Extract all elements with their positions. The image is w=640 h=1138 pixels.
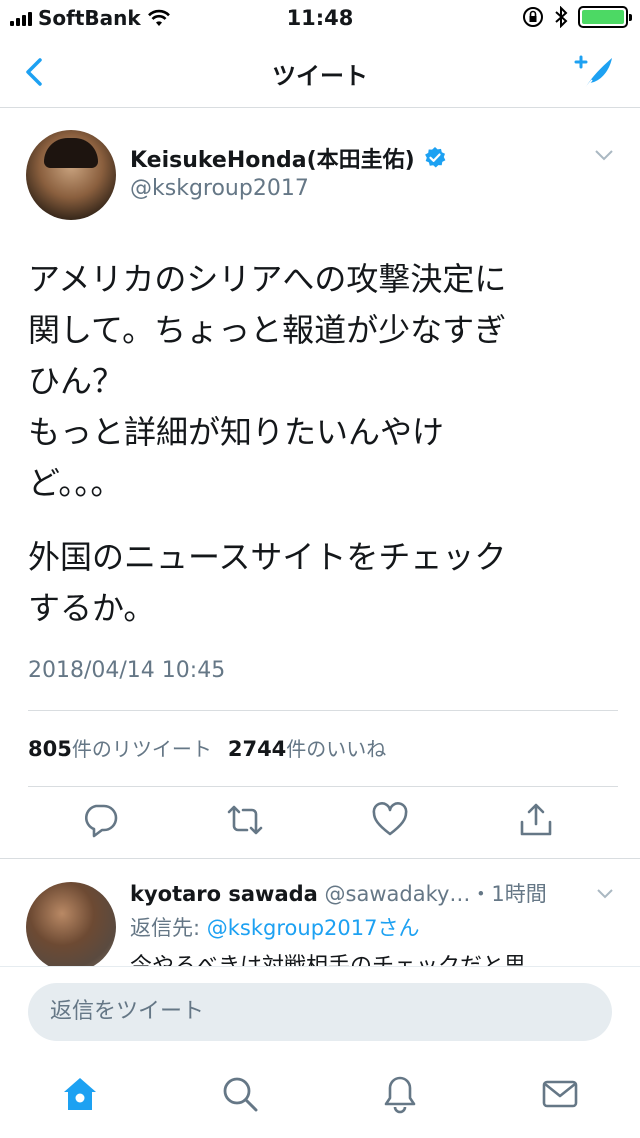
avatar[interactable] — [26, 130, 116, 220]
verified-badge-icon — [424, 147, 446, 168]
nav-bar: ツイート — [0, 40, 640, 108]
like-count: 2744 — [227, 737, 287, 761]
like-label: 件のいいね — [286, 737, 387, 761]
search-icon[interactable] — [220, 1074, 260, 1114]
status-bar: SoftBank 11:48 — [0, 0, 640, 40]
divider — [0, 858, 640, 859]
reply-display-name[interactable]: kyotaro sawada — [130, 882, 318, 906]
retweet-icon[interactable] — [225, 800, 265, 840]
retweet-stat[interactable]: 805件のリツイート — [28, 733, 212, 762]
reply-to-link[interactable]: @kskgroup2017さん — [207, 916, 420, 940]
reply-handle-time: @sawadaky…・1時間 — [317, 882, 547, 906]
battery-level — [582, 10, 624, 24]
like-stat[interactable]: 2744件のいいね — [228, 733, 386, 762]
chevron-down-icon[interactable] — [594, 148, 614, 162]
retweet-count: 805 — [28, 737, 72, 761]
user-handle[interactable]: @kskgroup2017 — [130, 176, 309, 201]
avatar[interactable] — [26, 882, 116, 966]
share-icon[interactable] — [516, 800, 556, 840]
bell-icon[interactable] — [380, 1074, 420, 1114]
reply-input[interactable]: 返信をツイート — [28, 983, 612, 1041]
tweet-text-continued: 外国のニュースサイトをチェック するか。 — [28, 538, 507, 627]
page-title: ツイート — [272, 62, 368, 90]
compose-tweet-button[interactable] — [570, 50, 618, 94]
tab-bar — [0, 1054, 640, 1138]
divider — [28, 710, 618, 711]
reply-bar: 返信をツイート — [0, 966, 640, 1054]
reply-to-label: 返信先: — [130, 916, 207, 940]
retweet-label: 件のリツイート — [71, 737, 212, 761]
bluetooth-icon — [555, 6, 568, 28]
tweet-text: アメリカのシリアへの攻撃決定に 関して。ちょっと報道が少なすぎ ひん？ もっと詳… — [28, 260, 507, 502]
home-icon[interactable] — [60, 1074, 100, 1114]
chevron-down-icon[interactable] — [596, 888, 614, 900]
reply-text: 今やるべきは対戦相手のチェックだと思 — [130, 948, 526, 966]
reply-to-line: 返信先: @kskgroup2017さん — [130, 912, 419, 942]
tweet-timestamp: 2018/04/14 10:45 — [28, 658, 226, 683]
reply-icon[interactable] — [80, 800, 120, 840]
reply-tweet[interactable]: kyotaro sawada @sawadaky…・1時間 返信先: @kskg… — [0, 860, 640, 966]
envelope-icon[interactable] — [540, 1074, 580, 1114]
engagement-stats: 805件のリツイート 2744件のいいね — [28, 733, 386, 762]
tweet-actions — [0, 800, 640, 850]
orientation-lock-icon — [523, 7, 543, 27]
battery-icon — [578, 6, 632, 28]
heart-icon[interactable] — [370, 800, 410, 840]
divider — [28, 786, 618, 787]
display-name[interactable]: KeisukeHonda(本田圭佑) — [130, 142, 415, 174]
